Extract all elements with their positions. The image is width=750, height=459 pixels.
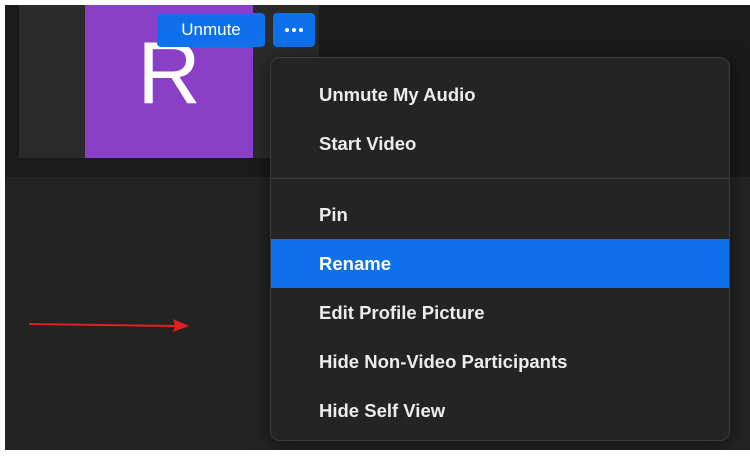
menu-item-rename[interactable]: Rename: [271, 239, 729, 288]
menu-divider: [271, 178, 729, 179]
unmute-button[interactable]: Unmute: [157, 13, 265, 47]
participant-context-menu: Unmute My Audio Start Video Pin Rename E…: [270, 57, 730, 441]
menu-item-start-video[interactable]: Start Video: [271, 119, 729, 168]
red-arrow-icon: [29, 319, 189, 332]
menu-item-pin[interactable]: Pin: [271, 190, 729, 239]
menu-item-hide-self-view[interactable]: Hide Self View: [271, 386, 729, 435]
more-horizontal-icon: [285, 28, 303, 32]
menu-item-hide-non-video-participants[interactable]: Hide Non-Video Participants: [271, 337, 729, 386]
more-options-button[interactable]: [273, 13, 315, 47]
menu-item-edit-profile-picture[interactable]: Edit Profile Picture: [271, 288, 729, 337]
menu-item-unmute-my-audio[interactable]: Unmute My Audio: [271, 70, 729, 119]
meeting-window: R Unmute Unmute My Audio Start Video Pin…: [5, 5, 750, 450]
